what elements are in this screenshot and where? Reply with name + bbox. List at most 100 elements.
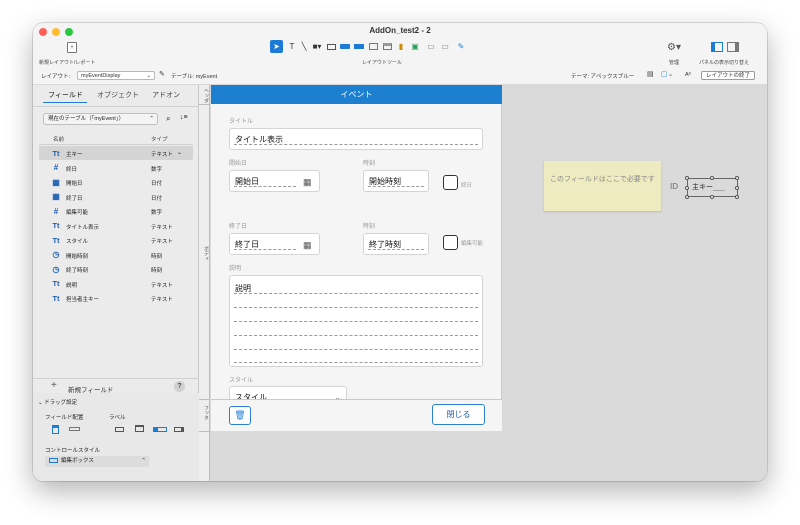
label-none-icon[interactable] <box>115 427 124 432</box>
sticky-note[interactable]: このフィールドはここで必要です <box>544 161 661 211</box>
field-type: 時刻 <box>151 268 163 274</box>
field-row[interactable]: ▦ 開始日 日付 <box>39 175 193 189</box>
field-row[interactable]: ◷ 開始時刻 時刻 <box>39 248 193 262</box>
end-time-label: 時刻 <box>363 224 376 230</box>
table-select[interactable]: 現在のテーブル（「myEvent」） ⌃ <box>43 113 158 125</box>
screen-icon[interactable]: ▤ <box>647 70 654 78</box>
tab-objects[interactable]: オブジェクト <box>97 90 139 100</box>
field-row[interactable]: # 終日 数字 <box>39 161 193 175</box>
field-type: 日付 <box>151 181 163 187</box>
end-date-field[interactable]: 終了日 ▦ <box>229 233 320 255</box>
field-name: 説明 <box>66 282 78 289</box>
part-footer-label[interactable]: フッタ <box>199 405 210 420</box>
chart-tool-icon[interactable]: ▮ <box>395 40 407 53</box>
field-row[interactable]: # 編集可能 数字 <box>39 204 193 218</box>
layout-select[interactable]: myEventDisplay ⌄ <box>77 71 155 80</box>
drag-settings-label[interactable]: ⌄ ドラッグ設定 <box>38 398 77 406</box>
calendar-icon[interactable]: ▦ <box>303 177 312 188</box>
button-bar-tool-icon[interactable] <box>353 40 365 53</box>
chevron-down-icon[interactable]: ⌄ <box>177 149 182 156</box>
field-name: 終日 <box>66 166 78 173</box>
webviewer-tool-icon[interactable]: ▣ <box>409 40 421 53</box>
resize-handle[interactable] <box>710 176 714 180</box>
tab-addons[interactable]: アドオン <box>152 90 180 100</box>
device-icon[interactable]: ▢⌄ <box>661 70 673 78</box>
drag-settings: ⌄ ドラッグ設定 フィールド配置 ラベル コントロールスタイル 編集ボックス ⌃ <box>33 393 199 481</box>
resize-handle[interactable] <box>735 195 739 199</box>
placement-horizontal-icon[interactable] <box>69 427 80 431</box>
control-style-select[interactable]: 編集ボックス ⌃ <box>45 456 149 467</box>
calendar-icon[interactable]: ▦ <box>303 240 312 251</box>
label-left-icon[interactable] <box>153 427 167 432</box>
gear-icon[interactable]: ⚙▾ <box>666 41 682 53</box>
layout-bar: レイアウト: myEventDisplay ⌄ ✎ テーブル: myEvent テ… <box>33 69 767 83</box>
form-header[interactable]: イベント <box>211 85 502 104</box>
theme-text: テーマ: アペックスブルー <box>571 74 635 80</box>
close-button[interactable]: 閉じる <box>432 404 485 425</box>
popover-button-tool-icon[interactable]: ▭ <box>439 40 451 53</box>
button-tool-icon[interactable] <box>339 40 351 53</box>
field-tool-icon[interactable] <box>325 40 337 53</box>
text-size-icon[interactable]: Aª <box>685 72 691 78</box>
part-header-label[interactable]: ヘッダ <box>199 88 210 103</box>
help-icon[interactable]: ? <box>174 381 185 392</box>
text-type-icon: Tt <box>52 293 60 303</box>
start-date-label: 開始日 <box>229 161 248 167</box>
pointer-tool-icon[interactable]: ➤ <box>270 40 283 53</box>
exit-layout-button[interactable]: レイアウトの終了 <box>701 71 756 80</box>
part-body-label[interactable]: ボディ <box>199 243 210 263</box>
field-row[interactable]: Tt 説明 テキスト <box>39 277 193 291</box>
description-field[interactable]: 説明 <box>229 275 483 367</box>
pencil-icon[interactable]: ✎ <box>159 70 165 78</box>
field-type: テキスト <box>151 282 173 289</box>
label-right-icon[interactable] <box>174 427 184 432</box>
field-row[interactable]: ▦ 終了日 日付 <box>39 190 193 204</box>
new-layout-icon[interactable]: + <box>67 42 77 53</box>
end-time-field[interactable]: 終了時刻 <box>363 233 429 255</box>
field-type: テキスト <box>151 224 173 231</box>
field-row[interactable]: Tt 主キー テキスト ⌄ <box>39 146 193 160</box>
field-name: 編集可能 <box>66 210 89 216</box>
field-type: 数字 <box>151 210 163 216</box>
field-row[interactable]: Tt タイトル表示 テキスト <box>39 219 193 233</box>
start-time-field[interactable]: 開始時刻 <box>363 170 429 192</box>
popover-tool-icon[interactable]: ▭ <box>425 40 437 53</box>
left-panel-toggle-icon[interactable] <box>711 42 723 52</box>
layout-label: レイアウト: <box>41 74 71 80</box>
text-tool-icon[interactable]: T <box>287 40 297 53</box>
tab-fields[interactable]: フィールド <box>48 90 83 100</box>
resize-handle[interactable] <box>735 176 739 180</box>
title-field[interactable]: タイトル表示 <box>229 128 483 150</box>
portal-tool-icon[interactable] <box>381 40 393 53</box>
editable-checkbox[interactable] <box>443 235 458 250</box>
search-icon[interactable]: ⌕ <box>166 114 170 124</box>
field-type: テキスト <box>151 152 173 158</box>
format-painter-icon[interactable]: ✎ <box>455 40 467 53</box>
resize-handle[interactable] <box>735 186 739 190</box>
field-row[interactable]: ◷ 終了時刻 時刻 <box>39 262 193 276</box>
resize-handle[interactable] <box>685 186 689 190</box>
panel-toggle-label: パネルの表示切り替え <box>699 60 750 66</box>
calendar-type-icon: ▦ <box>52 177 60 187</box>
trash-button[interactable]: 🗑 <box>229 406 251 425</box>
tab-control-tool-icon[interactable] <box>367 40 379 53</box>
field-row[interactable]: Tt 担当者主キー テキスト <box>39 291 193 305</box>
resize-handle[interactable] <box>710 195 714 199</box>
shape-tool-icon[interactable]: ■▾ <box>311 40 323 53</box>
resize-handle[interactable] <box>685 176 689 180</box>
resize-handle[interactable] <box>685 195 689 199</box>
number-type-icon: # <box>53 163 59 172</box>
line-tool-icon[interactable]: ╲ <box>299 40 309 53</box>
label-top-icon[interactable] <box>135 425 144 432</box>
start-date-field[interactable]: 開始日 ▦ <box>229 170 320 192</box>
layout-tools-label: レイアウトツール <box>362 60 403 66</box>
right-panel-toggle-icon[interactable] <box>727 42 739 52</box>
column-header-type[interactable]: タイプ <box>151 135 168 143</box>
label-label: ラベル <box>109 415 126 421</box>
add-field-icon[interactable]: + <box>51 380 57 391</box>
placement-vertical-icon[interactable] <box>52 425 59 434</box>
column-header-name[interactable]: 名前 <box>53 135 64 143</box>
allday-checkbox[interactable] <box>443 175 458 190</box>
sort-icon[interactable]: ↓≡ <box>180 114 188 121</box>
field-row[interactable]: Tt スタイル テキスト <box>39 233 193 247</box>
